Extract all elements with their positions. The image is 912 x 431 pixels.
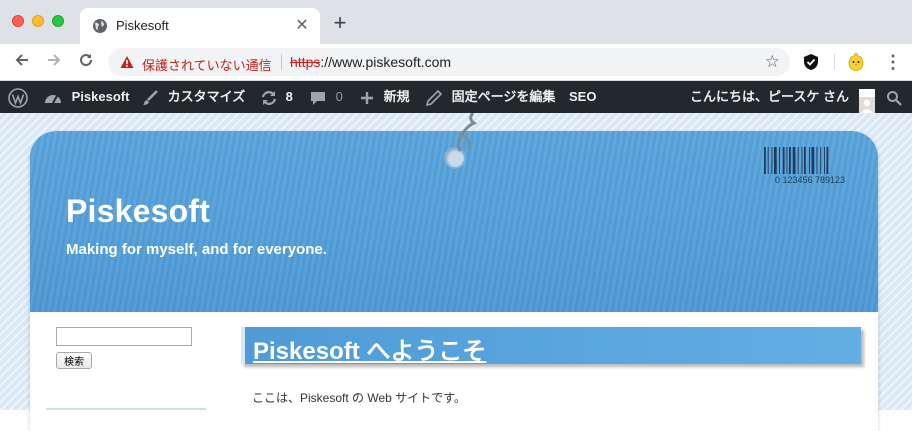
plus-icon bbox=[361, 91, 373, 104]
site-container: 0 123456 789123 Piskesoft Making for mys… bbox=[30, 131, 878, 431]
seo-menu[interactable]: SEO bbox=[569, 81, 596, 113]
comment-bubble-icon bbox=[311, 91, 325, 105]
barcode-number: 0 123456 789123 bbox=[775, 175, 845, 185]
greeting-label: こんにちは、ピースケ さん bbox=[690, 89, 849, 104]
admin-search[interactable] bbox=[886, 81, 902, 113]
reload-icon[interactable] bbox=[76, 52, 96, 72]
barcode-graphic: 0 123456 789123 bbox=[764, 147, 845, 185]
shield-extension-icon[interactable] bbox=[802, 53, 820, 71]
new-label: 新規 bbox=[383, 89, 410, 104]
dashboard-icon bbox=[45, 94, 61, 104]
edit-page-label: 固定ページを編集 bbox=[451, 89, 556, 104]
post-title-banner: Piskesoft へようこそ bbox=[241, 327, 861, 366]
omnibox-divider bbox=[281, 54, 282, 70]
minimize-window-button[interactable] bbox=[32, 15, 44, 27]
my-account-menu[interactable]: こんにちは、ピースケ さん bbox=[690, 81, 875, 114]
browser-menu-icon[interactable]: ⋮ bbox=[884, 52, 902, 72]
post-title[interactable]: Piskesoft へようこそ bbox=[253, 331, 486, 366]
pencil-icon bbox=[425, 89, 443, 106]
comments-menu[interactable]: 0 bbox=[310, 81, 343, 113]
customize-menu[interactable]: カスタマイズ bbox=[142, 81, 245, 113]
tab-title: Piskesoft bbox=[116, 18, 169, 33]
warning-icon bbox=[120, 56, 134, 68]
updates-menu[interactable]: 8 bbox=[260, 81, 293, 113]
wordpress-logo-icon bbox=[8, 87, 28, 108]
wp-logo-menu[interactable] bbox=[8, 81, 28, 113]
new-tab-icon[interactable]: + bbox=[330, 12, 350, 34]
post-content: ここは、Piskesoft の Web サイトです。 bbox=[252, 391, 466, 405]
tab-close-icon[interactable]: ✕ bbox=[292, 16, 312, 36]
zoom-window-button[interactable] bbox=[52, 15, 64, 27]
address-bar[interactable]: 保護されていない通信 https://www.piskesoft.com ☆ bbox=[108, 48, 790, 76]
comments-count: 0 bbox=[335, 89, 343, 104]
search-input[interactable] bbox=[56, 327, 192, 346]
bookmark-star-icon[interactable]: ☆ bbox=[765, 52, 780, 72]
site-name-menu[interactable]: Piskesoft bbox=[44, 81, 129, 113]
site-title[interactable]: Piskesoft bbox=[66, 193, 210, 230]
close-window-button[interactable] bbox=[12, 15, 24, 27]
url-text[interactable]: https://www.piskesoft.com bbox=[290, 54, 451, 70]
security-indicator[interactable]: 保護されていない通信 bbox=[142, 55, 272, 74]
seo-label: SEO bbox=[569, 89, 597, 104]
tab-strip: Piskesoft ✕ + bbox=[0, 0, 912, 44]
back-arrow-icon[interactable] bbox=[12, 52, 32, 72]
forward-arrow-icon[interactable] bbox=[44, 52, 64, 72]
wp-admin-bar: Piskesoft カスタマイズ 8 0 新規 固定ページを編集 SEO こんに… bbox=[0, 81, 912, 114]
chick-extension-icon[interactable] bbox=[846, 52, 866, 72]
globe-icon bbox=[93, 19, 107, 33]
customize-label: カスタマイズ bbox=[167, 89, 246, 104]
search-icon bbox=[887, 90, 902, 106]
page-background: 0 123456 789123 Piskesoft Making for mys… bbox=[0, 113, 912, 431]
extension-divider bbox=[834, 54, 835, 70]
site-tagline: Making for myself, and for everyone. bbox=[66, 241, 327, 258]
search-button[interactable]: 検索 bbox=[56, 352, 92, 369]
new-content-menu[interactable]: 新規 bbox=[360, 81, 410, 113]
paintbrush-icon bbox=[143, 89, 158, 105]
url-scheme: https bbox=[290, 54, 321, 70]
browser-tab[interactable]: Piskesoft ✕ bbox=[80, 8, 320, 44]
site-name-label: Piskesoft bbox=[71, 89, 130, 104]
edit-page-menu[interactable]: 固定ページを編集 bbox=[425, 81, 556, 113]
avatar bbox=[858, 88, 875, 114]
hanging-string bbox=[456, 113, 477, 152]
updates-icon bbox=[261, 90, 277, 105]
browser-toolbar: 保護されていない通信 https://www.piskesoft.com ☆ ⋮ bbox=[0, 44, 912, 81]
url-host: ://www.piskesoft.com bbox=[320, 54, 452, 70]
updates-count: 8 bbox=[285, 89, 293, 104]
